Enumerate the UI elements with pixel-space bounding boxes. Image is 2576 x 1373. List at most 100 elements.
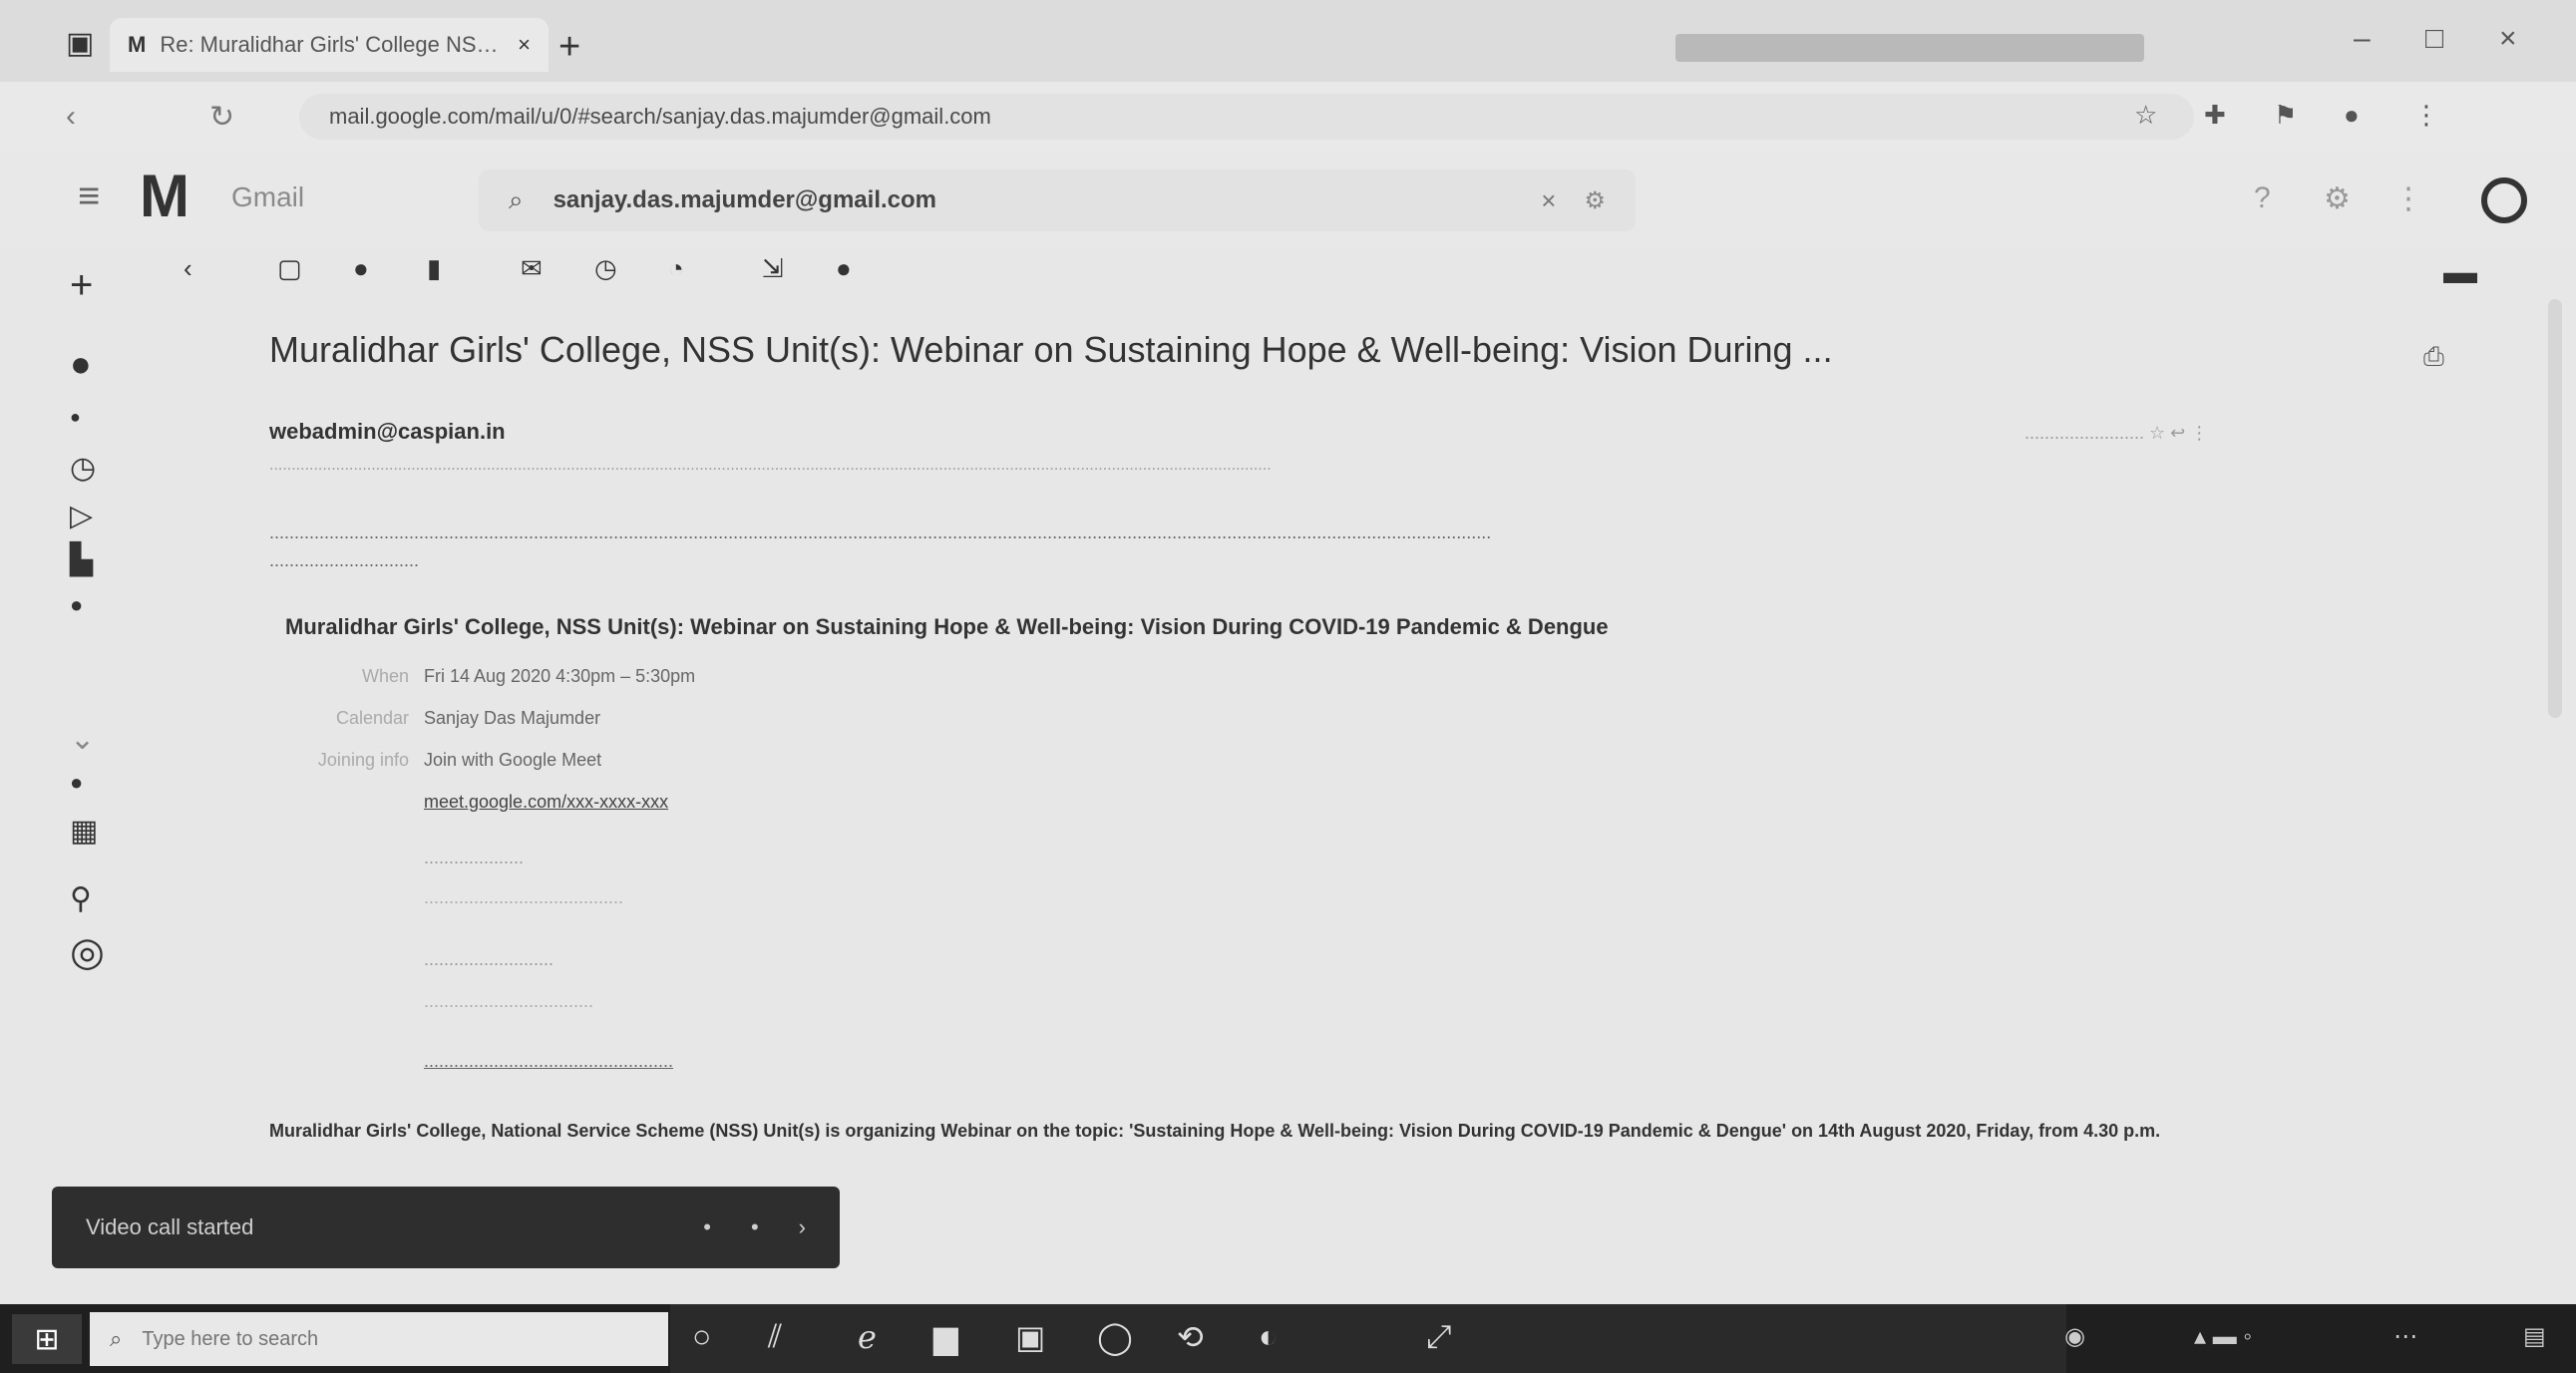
snackbar-text: Video call started [86, 1214, 254, 1239]
tab-title: Re: Muralidhar Girls' College NSS... [160, 32, 505, 57]
reload-icon[interactable]: ↻ [209, 100, 234, 135]
snackbar-action-icon[interactable]: • [751, 1214, 759, 1240]
event-row-value: Sanjay Das Majumder [424, 708, 601, 728]
event-detail-line: .................... [424, 848, 525, 867]
sent-icon[interactable]: ▷ [70, 499, 93, 533]
snackbar: Video call started • • › [52, 1187, 840, 1268]
browser-tab[interactable]: M Re: Muralidhar Girls' College NSS... × [110, 18, 549, 72]
event-row-label: Joining info [317, 750, 409, 770]
windows-taskbar: ⊞ ⌕ ○ ⫽ ℯ ▆ ▣ ◯ ⟲ ◐ ⤢ ◉ ▴ ▬ ◦ ⋯ ▤ [0, 1304, 2576, 1373]
meet-url-link[interactable]: meet.google.com/xxx-xxxx-xxx [424, 792, 668, 813]
back-icon[interactable]: ‹ [66, 100, 76, 134]
notifications-icon[interactable]: ▤ [2523, 1322, 2546, 1351]
meet-label-icon: ⌄ [70, 723, 96, 756]
chrome-icon[interactable]: ◯ [1097, 1318, 1133, 1356]
blurred-tab-region [1675, 34, 2144, 62]
task-view-icon[interactable]: ⫽ [768, 1318, 782, 1356]
account-avatar[interactable] [2481, 177, 2527, 223]
gmail-wordmark: Gmail [231, 181, 305, 212]
email-subject: Muralidhar Girls' College, NSS Unit(s): … [269, 329, 1833, 370]
tray-icons[interactable]: ▴ ▬ ◦ [2194, 1322, 2252, 1351]
event-row-label: When [361, 666, 409, 686]
edge-icon[interactable]: ℯ [858, 1318, 877, 1356]
event-title: Muralidhar Girls' College, NSS Unit(s): … [285, 614, 1609, 639]
archive-icon[interactable]: ▢ [277, 253, 302, 284]
snoozed-icon[interactable]: ◷ [70, 451, 96, 486]
email-snippet: ........................................… [269, 457, 1272, 474]
mark-unread-icon[interactable]: ✉ [521, 253, 543, 284]
clear-search-icon[interactable]: × [1541, 185, 1556, 216]
extensions-puzzle-icon[interactable]: ⚑ [2274, 100, 2297, 131]
sender-address[interactable]: webadmin@caspian.in [269, 419, 506, 445]
browser-tab-strip: ▣ M Re: Muralidhar Girls' College NSS...… [0, 0, 2576, 82]
join-meeting-icon[interactable]: ▦ [70, 814, 98, 849]
event-row-value: Fri 14 Aug 2020 4:30pm – 5:30pm [424, 666, 696, 686]
event-detail-line: .................................. [424, 991, 594, 1011]
file-explorer-icon[interactable]: ▆ [933, 1318, 958, 1356]
search-input[interactable] [551, 185, 1514, 215]
back-to-search-icon[interactable]: ‹ [184, 253, 192, 284]
new-meeting-icon[interactable]: ● [70, 770, 83, 796]
app-icon[interactable]: ◐ [1259, 1318, 1278, 1355]
app-icon[interactable]: ⤢ [1426, 1318, 1452, 1356]
event-detail-line: .......................... [424, 949, 554, 969]
cortana-icon[interactable]: ○ [692, 1318, 711, 1355]
event-detail-link[interactable]: ........................................… [424, 1051, 673, 1072]
scrollbar[interactable] [2548, 299, 2562, 718]
star-bookmark-icon[interactable]: ☆ [2134, 100, 2157, 131]
snackbar-action-icon[interactable]: • [703, 1214, 711, 1240]
email-intro-paragraph: ........................................… [269, 522, 1492, 570]
close-tab-icon[interactable]: × [518, 32, 531, 58]
taskbar-search-icon: ⌕ [110, 1326, 123, 1351]
snooze-icon[interactable]: ◷ [594, 253, 617, 284]
close-window-icon[interactable]: × [2499, 22, 2517, 56]
taskbar-search: ⌕ [90, 1312, 668, 1366]
move-to-icon[interactable]: ⇲ [762, 253, 784, 284]
inbox-icon[interactable]: ● [70, 343, 92, 385]
labels-icon[interactable]: ● [836, 253, 852, 284]
clock-area[interactable]: ⋯ [2393, 1322, 2417, 1351]
join-meet-link[interactable]: Join with Google Meet [424, 750, 601, 771]
search-icon[interactable]: ⌕ [509, 184, 524, 216]
taskbar-apps-region [670, 1304, 2066, 1373]
compose-icon[interactable]: + [70, 263, 93, 308]
network-icon[interactable]: ◉ [2064, 1322, 2085, 1351]
tab-actions-icon[interactable]: ▣ [66, 26, 94, 61]
store-icon[interactable]: ▣ [1015, 1318, 1045, 1356]
add-task-icon[interactable]: ◔ [668, 253, 684, 284]
email-footer-paragraph: Muralidhar Girls' College, National Serv… [269, 1121, 2161, 1141]
gmail-favicon-icon: M [128, 32, 147, 57]
new-tab-button[interactable]: + [558, 26, 580, 69]
more-options-icon[interactable]: ▬ [2443, 253, 2477, 292]
taskbar-search-input[interactable] [140, 1326, 648, 1352]
email-view: Muralidhar Girls' College, NSS Unit(s): … [269, 319, 2483, 1216]
gmail-logo[interactable]: M [140, 162, 189, 230]
search-options-icon[interactable]: ⚙ [1584, 186, 1606, 215]
profile-icon[interactable]: ● [2344, 100, 2360, 131]
mail-toolbar: ‹ ▢ ● ▮ ✉ ◷ ◔ ⇲ ● ▬ [150, 239, 2477, 299]
search-bar: ⌕ × ⚙ [479, 170, 1636, 231]
apps-icon[interactable]: ⋮ [2393, 181, 2423, 216]
hangouts-icon[interactable]: ◎ [70, 929, 105, 975]
left-rail: + ● ● ◷ ▷ ▙ ● ⌄ ● ▦ ⚲ ◎ [0, 247, 150, 1304]
minimize-icon[interactable]: – [2354, 22, 2371, 56]
delete-icon[interactable]: ▮ [427, 253, 441, 284]
hangouts-user-icon[interactable]: ⚲ [70, 881, 92, 916]
snackbar-close-icon[interactable]: › [799, 1214, 806, 1240]
print-icon[interactable]: ⎙ [2423, 341, 2444, 373]
more-labels-icon[interactable]: ● [70, 592, 83, 618]
main-menu-icon[interactable]: ≡ [78, 175, 100, 218]
address-bar[interactable]: mail.google.com/mail/u/0/#search/sanjay.… [299, 94, 2194, 140]
start-button[interactable]: ⊞ [12, 1314, 82, 1364]
extension-icon[interactable]: ✚ [2204, 100, 2226, 131]
support-icon[interactable]: ? [2254, 181, 2271, 215]
app-icon[interactable]: ⟲ [1177, 1318, 1204, 1356]
drafts-icon[interactable]: ▙ [70, 542, 93, 577]
settings-icon[interactable]: ⚙ [2324, 181, 2351, 216]
browser-menu-icon[interactable]: ⋮ [2413, 100, 2439, 131]
maximize-icon[interactable]: □ [2425, 22, 2443, 56]
starred-icon[interactable]: ● [70, 407, 81, 428]
email-date: ........................ ☆ ↩ ⋮ [2024, 423, 2209, 443]
report-spam-icon[interactable]: ● [353, 253, 369, 284]
event-row-label: Calendar [335, 708, 409, 728]
